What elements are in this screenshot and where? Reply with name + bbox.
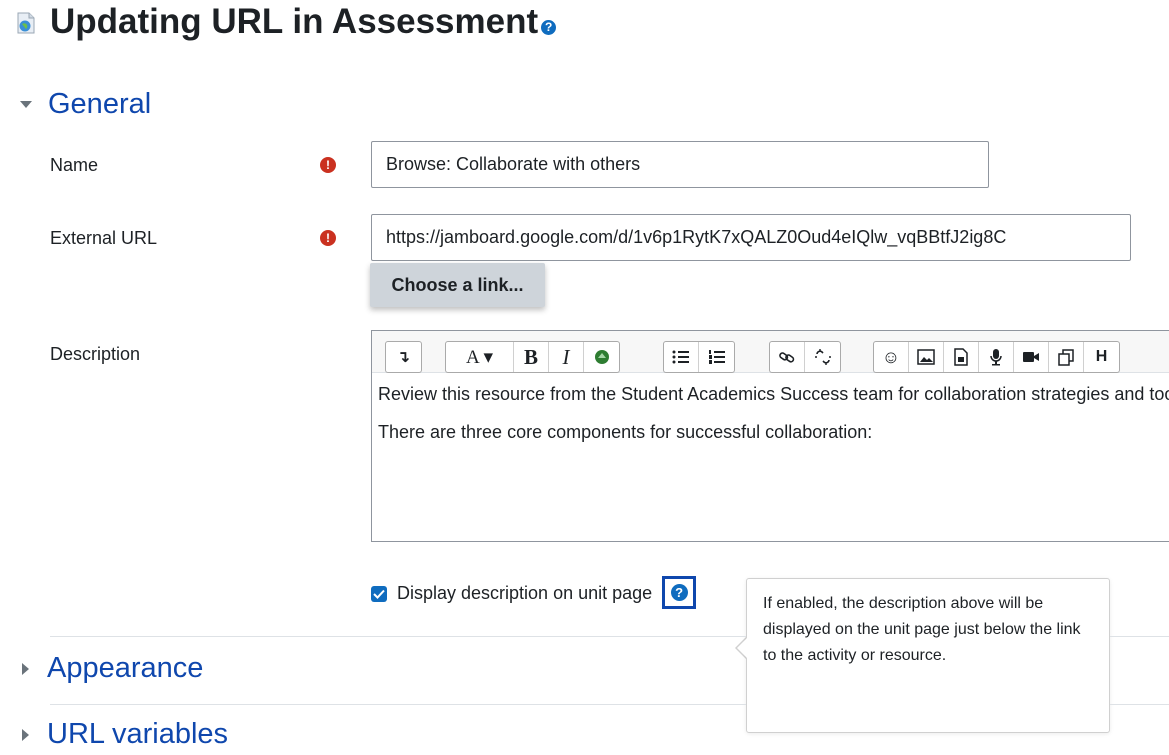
toolbar-group-collapse: ↴ (385, 341, 422, 373)
record-audio-button[interactable] (979, 342, 1014, 372)
font-style-button[interactable]: A ▾ (446, 342, 514, 372)
section-appearance[interactable]: Appearance (20, 652, 203, 685)
section-general[interactable]: General (20, 88, 151, 121)
recycle-icon (594, 350, 609, 364)
section-divider (1110, 636, 1169, 637)
description-editor[interactable]: ↴ A ▾ B I ☺ H Review this resource from … (371, 330, 1169, 542)
toolbar-group-lists (663, 341, 735, 373)
ordered-list-button[interactable] (699, 342, 734, 372)
choose-link-button[interactable]: Choose a link... (370, 263, 545, 307)
microphone-icon (990, 349, 1002, 366)
more-button[interactable]: H (1084, 342, 1119, 372)
link-icon (779, 352, 795, 363)
title-help-icon[interactable]: ? (541, 19, 557, 35)
page-title: Updating URL in Assessment ? (14, 2, 557, 42)
description-paragraph: There are three core components for succ… (378, 422, 873, 442)
required-icon: ! (320, 230, 336, 246)
display-description-row: Display description on unit page ? (371, 576, 697, 609)
external-url-input[interactable]: https://jamboard.google.com/d/1v6p1RytK7… (371, 214, 1131, 261)
url-module-icon (17, 12, 35, 34)
toolbar-group-links (769, 341, 841, 373)
section-divider (1110, 704, 1169, 705)
unlink-icon (814, 349, 831, 365)
emoji-button[interactable]: ☺ (874, 342, 909, 372)
list-numbered-icon (708, 350, 725, 364)
section-url-variables-label: URL variables (47, 718, 229, 750)
caret-right-icon (22, 662, 29, 675)
section-url-variables[interactable]: URL variables (20, 718, 228, 751)
section-appearance-label: Appearance (47, 652, 204, 684)
external-url-label: External URL (50, 228, 158, 248)
popover-arrow-inner (737, 637, 748, 659)
checkmark-icon (373, 589, 385, 599)
file-media-icon (954, 348, 968, 366)
toolbar-group-media: ☺ H (873, 341, 1120, 373)
description-paragraph: Review this resource from the Student Ac… (378, 384, 1169, 404)
recordit-button[interactable] (584, 342, 619, 372)
italic-button[interactable]: I (549, 342, 584, 372)
page-title-text: Updating URL in Assessment (50, 2, 539, 41)
editor-toolbar: ↴ A ▾ B I ☺ H (372, 331, 1169, 373)
video-camera-icon (1023, 352, 1039, 362)
section-divider (50, 704, 746, 705)
toolbar-group-style: A ▾ B I (445, 341, 620, 373)
name-label: Name (50, 155, 99, 175)
bold-button[interactable]: B (514, 342, 549, 372)
help-button[interactable]: ? (662, 576, 697, 609)
manage-files-button[interactable] (1049, 342, 1084, 372)
collapse-toolbar-button[interactable]: ↴ (386, 342, 421, 372)
name-input[interactable]: Browse: Collaborate with others (371, 141, 989, 188)
unordered-list-button[interactable] (664, 342, 699, 372)
edit-url-page: Updating URL in Assessment ? General Nam… (0, 0, 1169, 755)
display-description-checkbox[interactable] (371, 585, 387, 602)
required-icon: ! (320, 157, 336, 173)
link-button[interactable] (770, 342, 805, 372)
caret-right-icon (22, 728, 29, 741)
editor-content[interactable]: Review this resource from the Student Ac… (378, 381, 1169, 457)
image-icon (917, 349, 935, 365)
help-popover: If enabled, the description above will b… (746, 578, 1110, 733)
image-button[interactable] (909, 342, 944, 372)
section-divider (50, 636, 746, 637)
help-icon: ? (670, 584, 688, 601)
copy-files-icon (1058, 349, 1074, 366)
display-description-label: Display description on unit page (397, 583, 653, 603)
caret-down-icon (20, 101, 32, 108)
record-video-button[interactable] (1014, 342, 1049, 372)
media-button[interactable] (944, 342, 979, 372)
section-general-label: General (48, 88, 152, 120)
help-popover-text: If enabled, the description above will b… (763, 595, 1081, 664)
unlink-button[interactable] (805, 342, 840, 372)
list-bullet-icon (672, 350, 689, 364)
description-label: Description (50, 344, 141, 364)
